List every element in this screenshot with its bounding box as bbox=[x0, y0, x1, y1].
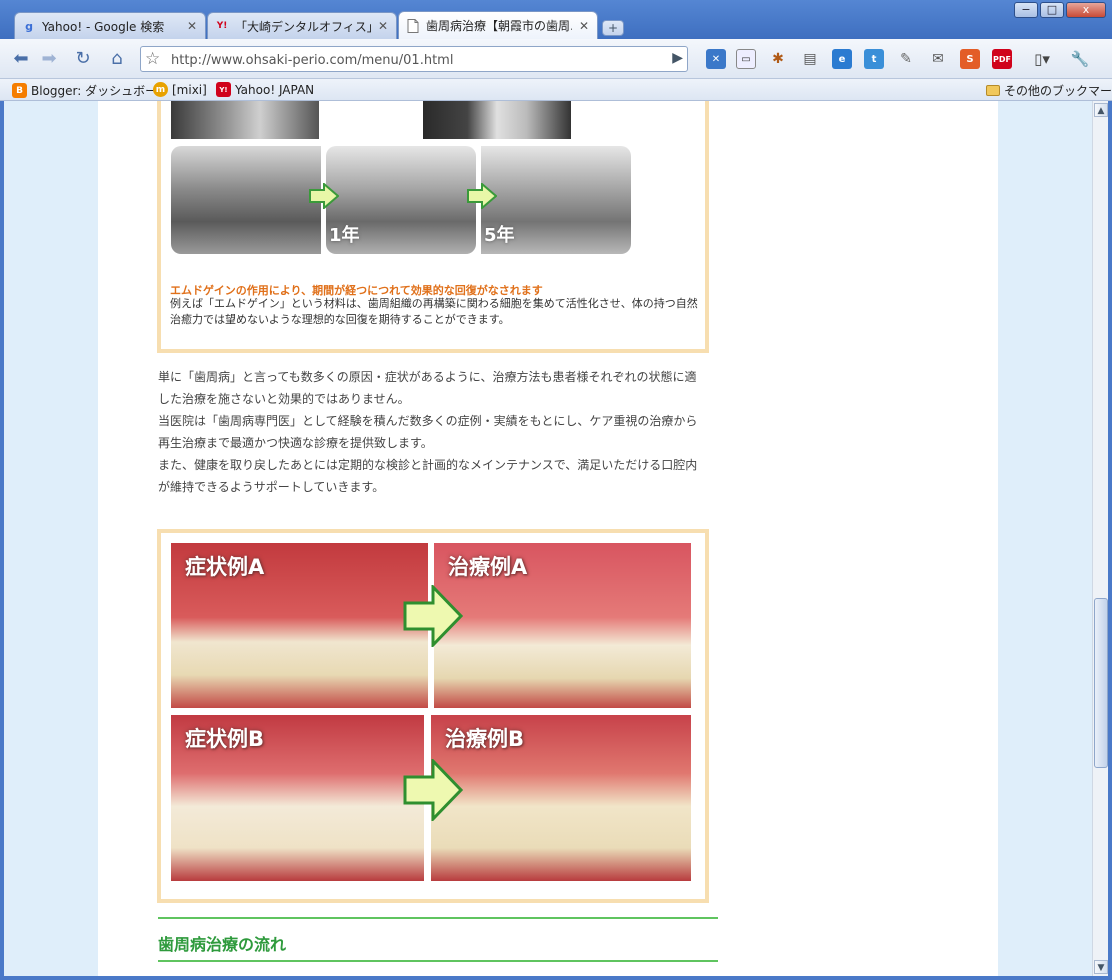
google-icon: g bbox=[25, 19, 33, 33]
xray-label-1year: 1年 bbox=[329, 225, 360, 246]
page-viewport: 1年 5年 エムドゲインの作用により、期間が経つにつれて効果的な回復がなされます… bbox=[4, 101, 1108, 976]
xray-label-5year: 5年 bbox=[484, 225, 515, 246]
tab-perio-active[interactable]: 歯周病治療【朝霞市の歯周… ✕ bbox=[398, 11, 598, 39]
tab-title: Yahoo! - Google 検索 bbox=[42, 19, 165, 34]
go-button[interactable]: ▶ bbox=[672, 50, 683, 66]
blogger-icon: B bbox=[12, 83, 27, 98]
body-text: 単に「歯周病」と言っても数多くの原因・症状があるように、治療方法も患者様それぞれ… bbox=[158, 366, 708, 498]
other-bookmarks[interactable]: その他のブックマーク bbox=[986, 82, 1112, 99]
bug-icon[interactable]: ✱ bbox=[768, 49, 788, 69]
extension-x-icon[interactable]: ✕ bbox=[706, 49, 726, 69]
right-arrow-icon bbox=[403, 759, 463, 821]
tab-google-search[interactable]: g Yahoo! - Google 検索 ✕ bbox=[14, 12, 206, 39]
seo-icon[interactable]: S bbox=[960, 49, 980, 69]
omnibox[interactable]: ☆ ▶ bbox=[140, 46, 688, 72]
bookmark-star-icon[interactable]: ☆ bbox=[145, 49, 160, 69]
yahoo-icon: Y! bbox=[216, 21, 228, 31]
case-photo-a-after: 治療例A bbox=[434, 543, 691, 708]
photo-label: 治療例A bbox=[448, 555, 528, 579]
close-icon[interactable]: ✕ bbox=[577, 19, 591, 33]
close-window-button[interactable]: x bbox=[1066, 2, 1106, 18]
section-title: 歯周病治療の流れ bbox=[158, 917, 718, 962]
bookmark-label: [mixi] bbox=[172, 82, 207, 97]
home-icon: ⌂ bbox=[111, 47, 123, 69]
twitter-icon[interactable]: t bbox=[864, 49, 884, 69]
xray-image bbox=[171, 101, 319, 139]
photo-label: 症状例A bbox=[185, 555, 265, 579]
bookmark-label: Yahoo! JAPAN bbox=[235, 82, 315, 97]
yahoo-icon: Y! bbox=[216, 82, 231, 97]
forward-arrow-icon: ➡ bbox=[41, 47, 57, 69]
other-bookmarks-label: その他のブックマーク bbox=[1004, 84, 1112, 98]
paragraph: また、健康を取り戻したあとには定期的な検診と計画的なメインテナンスで、満足いただ… bbox=[158, 458, 698, 494]
browser-window: g Yahoo! - Google 検索 ✕ Y! 「大崎デンタルオフィス」の検… bbox=[0, 0, 1112, 980]
reload-icon: ↻ bbox=[75, 47, 91, 69]
bookmark-mixi[interactable]: m [mixi] bbox=[153, 82, 207, 97]
ie-tab-icon[interactable]: e bbox=[832, 49, 852, 69]
right-arrow-icon bbox=[403, 585, 463, 647]
photo-label: 治療例B bbox=[445, 727, 525, 751]
forward-button[interactable]: ➡ bbox=[36, 45, 62, 71]
case-photo-a-before: 症状例A bbox=[171, 543, 428, 708]
emdogain-description: 例えば「エムドゲイン」という材料は、歯周組織の再構築に関わる細胞を集めて活性化さ… bbox=[170, 297, 698, 326]
note-icon[interactable]: ▤ bbox=[800, 49, 820, 69]
page-menu-icon[interactable]: ▯▾ bbox=[1032, 49, 1052, 69]
right-arrow-icon bbox=[467, 183, 497, 209]
paragraph: 当医院は「歯周病専門医」として経験を積んだ数多くの症例・実績をもとにし、ケア重視… bbox=[158, 414, 698, 450]
minimize-button[interactable]: − bbox=[1014, 2, 1038, 18]
right-arrow-icon bbox=[309, 183, 339, 209]
xray-image bbox=[423, 101, 571, 139]
paragraph: 単に「歯周病」と言っても数多くの原因・症状があるように、治療方法も患者様それぞれ… bbox=[158, 370, 697, 406]
reload-button[interactable]: ↻ bbox=[70, 45, 96, 71]
close-icon[interactable]: ✕ bbox=[376, 19, 390, 33]
ruler-icon[interactable]: ▭ bbox=[736, 49, 756, 69]
bookmark-yahoo[interactable]: Y! Yahoo! JAPAN bbox=[216, 82, 314, 97]
folder-icon bbox=[986, 85, 1000, 96]
gmail-icon[interactable]: ✉ bbox=[928, 49, 948, 69]
scroll-down-arrow-icon[interactable]: ▼ bbox=[1094, 960, 1108, 974]
tab-title: 歯周病治療【朝霞市の歯周… bbox=[426, 19, 572, 33]
xray-image bbox=[171, 146, 321, 254]
back-arrow-icon: ⬅ bbox=[13, 47, 29, 69]
vertical-scrollbar[interactable]: ▲ ▼ bbox=[1092, 101, 1108, 976]
photo-label: 症状例B bbox=[185, 727, 265, 751]
wrench-icon[interactable]: 🔧 bbox=[1070, 49, 1090, 69]
new-tab-button[interactable]: + bbox=[602, 20, 624, 36]
back-button[interactable]: ⬅ bbox=[8, 45, 34, 71]
page-content: 1年 5年 エムドゲインの作用により、期間が経つにつれて効果的な回復がなされます… bbox=[98, 101, 998, 976]
pen-icon[interactable]: ✎ bbox=[896, 49, 916, 69]
toolbar: ⬅ ➡ ↻ ⌂ ☆ ▶ ✕ ▭ ✱ ▤ e t ✎ ✉ S PDF ▯▾ 🔧 bbox=[0, 39, 1112, 79]
home-button[interactable]: ⌂ bbox=[104, 45, 130, 71]
maximize-button[interactable]: □ bbox=[1040, 2, 1064, 18]
close-icon[interactable]: ✕ bbox=[185, 19, 199, 33]
bookmark-label: Blogger: ダッシュボード bbox=[31, 84, 170, 98]
tab-title: 「大崎デンタルオフィス」の検… bbox=[235, 19, 371, 34]
page-icon bbox=[405, 18, 421, 34]
pdf-icon[interactable]: PDF bbox=[992, 49, 1012, 69]
case-photo-frame: 症状例A 治療例A 症状例B 治療例B bbox=[157, 529, 709, 903]
tab-strip: g Yahoo! - Google 検索 ✕ Y! 「大崎デンタルオフィス」の検… bbox=[0, 0, 1112, 39]
mixi-icon: m bbox=[153, 82, 168, 97]
tab-ohsaki-search[interactable]: Y! 「大崎デンタルオフィス」の検… ✕ bbox=[207, 12, 397, 39]
case-photo-b-before: 症状例B bbox=[171, 715, 424, 881]
bookmark-blogger[interactable]: B Blogger: ダッシュボード bbox=[12, 82, 169, 99]
case-photo-b-after: 治療例B bbox=[431, 715, 691, 881]
scrollbar-thumb[interactable] bbox=[1094, 598, 1108, 768]
scroll-up-arrow-icon[interactable]: ▲ bbox=[1094, 103, 1108, 117]
url-input[interactable] bbox=[171, 51, 651, 69]
bookmarks-bar: B Blogger: ダッシュボード m [mixi] Y! Yahoo! JA… bbox=[0, 79, 1112, 101]
